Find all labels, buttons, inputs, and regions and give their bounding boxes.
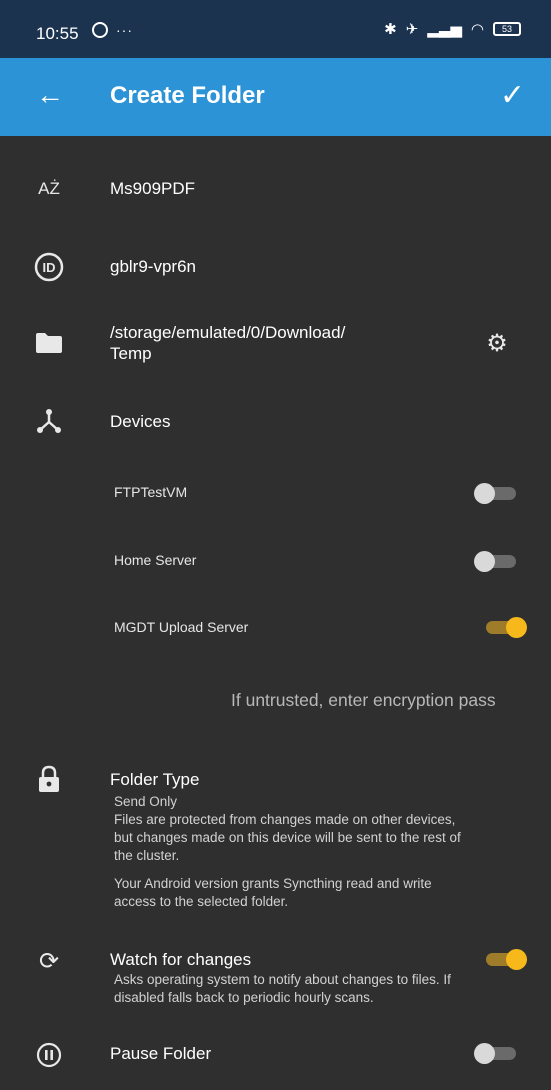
device-toggle-mgdt-upload-server[interactable] bbox=[482, 617, 527, 638]
folder-path-line1: /storage/emulated/0/Download/ bbox=[110, 323, 346, 342]
sync-icon: ⟳ bbox=[38, 947, 60, 975]
watch-changes-toggle[interactable] bbox=[482, 949, 527, 970]
permission-note-line: Your Android version grants Syncthing re… bbox=[114, 876, 432, 891]
confirm-check-icon[interactable]: ✓ bbox=[500, 78, 525, 113]
app-bar: ← Create Folder ✓ bbox=[0, 58, 551, 136]
wifi-icon: ◠ bbox=[470, 21, 484, 38]
status-time: 10:55 bbox=[36, 24, 79, 43]
watch-changes-description-line: disabled falls back to periodic hourly s… bbox=[114, 990, 374, 1005]
device-name: MGDT Upload Server bbox=[114, 619, 249, 635]
svg-text:ID: ID bbox=[43, 260, 56, 275]
toggle-knob bbox=[474, 551, 495, 572]
folder-type-description-line: Files are protected from changes made on… bbox=[114, 812, 456, 827]
device-name: FTPTestVM bbox=[114, 484, 188, 500]
signal-icon: ▂▃▅ bbox=[427, 21, 462, 38]
toggle-knob bbox=[474, 1043, 495, 1064]
vibrate-icon: ✈ bbox=[405, 21, 419, 38]
share-network-icon bbox=[34, 406, 64, 436]
watch-changes-label: Watch for changes bbox=[110, 950, 252, 969]
device-toggle-home-server[interactable] bbox=[474, 551, 518, 572]
lock-icon bbox=[34, 764, 64, 794]
folder-icon bbox=[34, 330, 64, 356]
id-badge-icon: ID bbox=[34, 252, 64, 282]
folder-label-field[interactable]: Ms909PDF bbox=[110, 179, 195, 199]
gear-icon[interactable]: ⚙ bbox=[484, 330, 510, 357]
encryption-password-input[interactable]: If untrusted, enter encryption pass bbox=[231, 690, 496, 711]
pause-folder-toggle[interactable] bbox=[474, 1043, 518, 1064]
folder-type-heading[interactable]: Folder Type bbox=[110, 770, 199, 790]
device-toggle-ftptestvm[interactable] bbox=[474, 483, 518, 504]
sort-alpha-icon: AŻ bbox=[38, 179, 60, 198]
battery-icon: 53 bbox=[493, 22, 521, 36]
toggle-knob bbox=[506, 949, 527, 970]
status-icons: ✱ ✈ ▂▃▅ ◠ 53 bbox=[384, 20, 521, 38]
folder-path-field[interactable]: /storage/emulated/0/Download/ Temp bbox=[110, 322, 345, 364]
device-name: Home Server bbox=[114, 552, 197, 568]
folder-id-field[interactable]: gblr9-vpr6n bbox=[110, 257, 196, 277]
folder-type-description-line: the cluster. bbox=[114, 848, 180, 863]
folder-path-line2: Temp bbox=[110, 344, 152, 363]
notification-dots: ··· bbox=[116, 22, 133, 38]
whatsapp-icon bbox=[92, 22, 108, 38]
back-arrow-icon[interactable]: ← bbox=[36, 80, 66, 110]
watch-changes-description-line: Asks operating system to notify about ch… bbox=[114, 972, 451, 987]
pause-folder-label: Pause Folder bbox=[110, 1044, 212, 1063]
page-title: Create Folder bbox=[110, 82, 265, 109]
status-bar: 10:55 ··· ✱ ✈ ▂▃▅ ◠ 53 bbox=[0, 0, 551, 58]
bluetooth-icon: ✱ bbox=[384, 21, 397, 38]
permission-note-line: access to the selected folder. bbox=[114, 894, 289, 909]
pause-circle-icon bbox=[34, 1040, 64, 1070]
toggle-knob bbox=[506, 617, 527, 638]
toggle-knob bbox=[474, 483, 495, 504]
folder-type-description-line: but changes made on this device will be … bbox=[114, 830, 461, 845]
folder-type-value: Send Only bbox=[114, 794, 178, 809]
devices-heading: Devices bbox=[110, 412, 171, 431]
